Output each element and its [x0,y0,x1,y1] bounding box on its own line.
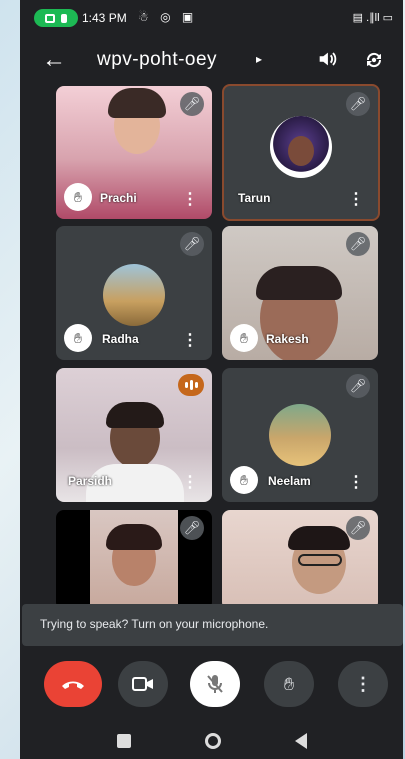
raise-hand-button[interactable]: ✋︎ [264,661,314,707]
hand-raised-icon: ✋︎ [230,324,258,352]
glasses [298,554,342,566]
end-call-button[interactable] [44,661,102,707]
participant-video [108,88,166,118]
recording-pill [34,9,78,27]
meeting-header: ← wpv-poht-oey ▸ [20,40,403,84]
more-vert-icon: ⋮ [354,673,372,694]
participant-video [106,402,164,428]
participant-name: Parsidh [68,474,113,488]
status-time: 1:43 PM [82,11,127,25]
participant-name: Radha [102,332,139,346]
more-vert-icon[interactable]: ⋮ [348,472,364,492]
mic-off-icon: 🎤︎ [346,92,370,116]
participant-name: Tarun [238,191,271,205]
participant-avatar [270,116,332,178]
speak-hint-toast: Trying to speak? Turn on your microphone… [22,604,403,646]
hand-raised-icon: ✋︎ [230,466,258,494]
mic-off-icon: 🎤︎ [180,516,204,540]
android-nav-bar [20,722,403,759]
more-vert-icon[interactable]: ⋮ [182,189,198,209]
speaking-indicator-icon [178,374,204,396]
switch-camera-icon[interactable] [362,48,386,72]
status-left-icons: ☃ ◎ ▣ [138,10,198,24]
participant-video [90,510,178,610]
participant-tile[interactable]: 🎤︎ ✋︎ Radha ⋮ [56,226,212,360]
mic-off-icon [207,675,223,693]
hand-raised-icon: ✋︎ [64,324,92,352]
participant-tile[interactable]: 🎤︎ ✋︎ Prachi ⋮ [56,86,212,219]
back-nav-icon[interactable] [294,732,307,749]
status-bar: 1:43 PM ☃ ◎ ▣ ▤ .∥ll ▭ [20,0,403,36]
mic-off-icon: 🎤︎ [180,92,204,116]
participant-name: Rakesh [266,332,309,346]
participant-tile[interactable]: 🎤︎ Tarun ⋮ [222,84,380,221]
participant-tile[interactable]: 🎤︎ ✋︎ Rakesh [222,226,378,360]
more-vert-icon[interactable]: ⋮ [348,189,364,209]
meeting-code[interactable]: wpv-poht-oey [97,49,217,71]
more-options-button[interactable]: ⋮ [338,661,388,707]
status-right-icons: ▤ .∥ll ▭ [352,12,393,24]
home-icon[interactable] [204,732,221,749]
hand-icon: ✋︎ [283,673,295,694]
participant-video [288,526,350,550]
more-vert-icon[interactable]: ⋮ [182,472,198,492]
phone-screen: 1:43 PM ☃ ◎ ▣ ▤ .∥ll ▭ ← wpv-poht-oey ▸ … [20,0,403,759]
mic-off-icon: 🎤︎ [346,516,370,540]
arrow-left-icon[interactable]: ← [42,46,66,74]
mic-off-icon: 🎤︎ [346,232,370,256]
camera-icon [132,677,153,691]
speaker-icon[interactable] [316,48,338,70]
participant-tile[interactable]: 🎤︎ [222,510,378,610]
mic-toggle-button[interactable] [190,661,240,707]
camera-toggle-button[interactable] [118,661,168,707]
participant-avatar [103,264,165,326]
end-call-icon [62,681,84,689]
participant-tile[interactable]: 🎤︎ [56,510,212,610]
chevron-right-icon[interactable]: ▸ [256,52,262,66]
recents-icon[interactable] [116,733,131,748]
mic-off-icon: 🎤︎ [180,232,204,256]
participant-avatar [269,404,331,466]
participant-video [256,266,342,300]
participant-name: Neelam [268,474,311,488]
participant-tile[interactable]: Parsidh ⋮ [56,368,212,502]
participant-name: Prachi [100,191,137,205]
mic-off-icon: 🎤︎ [346,374,370,398]
hand-raised-icon: ✋︎ [64,183,92,211]
more-vert-icon[interactable]: ⋮ [182,330,198,350]
participant-tile[interactable]: 🎤︎ ✋︎ Neelam ⋮ [222,368,378,502]
